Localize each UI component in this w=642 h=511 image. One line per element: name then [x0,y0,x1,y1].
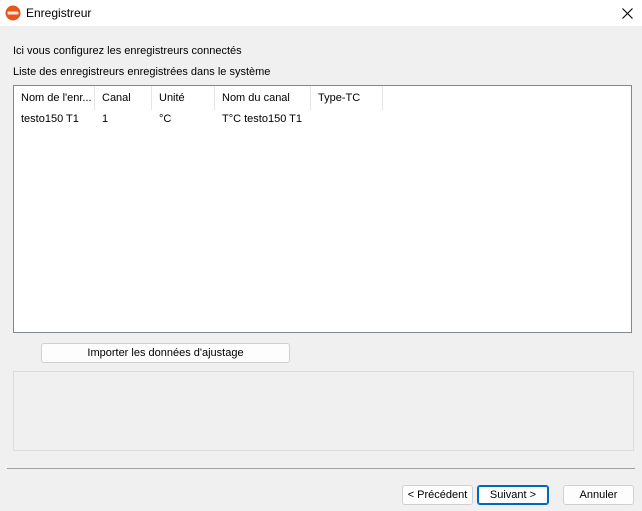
previous-button[interactable]: < Précédent [402,485,473,505]
separator [7,468,635,469]
cancel-button[interactable]: Annuler [563,485,634,505]
next-button[interactable]: Suivant > [477,485,549,505]
close-button[interactable] [612,0,642,26]
column-header-channel-name[interactable]: Nom du canal [215,86,311,110]
list-header: Nom de l'enr... Canal Unité Nom du canal… [14,86,383,110]
cell-logger-name: testo150 T1 [21,113,79,125]
window-title: Enregistreur [26,6,92,20]
cell-unit: °C [159,113,172,125]
column-header-tc-type[interactable]: Type-TC [311,86,383,110]
cell-channel-name: T°C testo150 T1 [222,113,303,125]
cell-tc-type [311,110,383,128]
cell-channel: 1 [102,113,109,125]
list-caption: Liste des enregistreurs enregistrées dan… [13,66,271,78]
import-adjustment-data-button[interactable]: Importer les données d'ajustage [41,343,290,363]
intro-text: Ici vous configurez les enregistreurs co… [13,45,242,57]
column-header-unit[interactable]: Unité [152,86,215,110]
column-header-channel[interactable]: Canal [95,86,152,110]
logger-list[interactable]: Nom de l'enr... Canal Unité Nom du canal… [13,85,632,333]
testo-logo-icon [5,5,21,21]
list-row[interactable]: testo150 T1 1 °C T°C testo150 T1 [14,110,383,128]
info-panel [13,371,634,451]
close-icon [621,7,633,19]
title-bar: Enregistreur [0,0,642,26]
column-header-logger-name[interactable]: Nom de l'enr... [14,86,95,110]
